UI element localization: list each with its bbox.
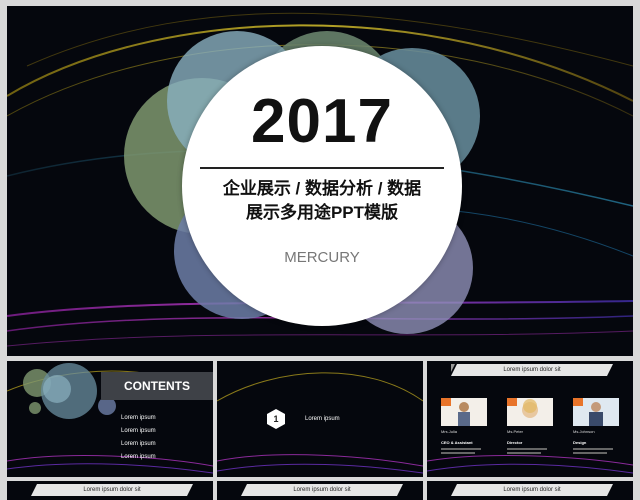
member-description xyxy=(441,448,481,450)
member-role: CEO & Assistant xyxy=(441,440,473,445)
member-name: Ms.Johnson xyxy=(573,429,595,434)
slide-banner-text: Lorem ipsum dolor sit xyxy=(293,487,351,493)
thumbnail-team[interactable]: Lorem ipsum dolor sit Mrs.Julia CEO & As… xyxy=(427,361,633,477)
brand-name: MERCURY xyxy=(284,249,360,266)
team-member-2: Ms.Peter Director xyxy=(507,398,553,454)
main-slide-preview: 2017 企业展示 / 数据分析 / 数据 展示多用途PPT模版 MERCURY xyxy=(7,6,633,356)
contents-list: Lorem ipsum Lorem ipsum Lorem ipsum Lore… xyxy=(121,415,156,467)
member-role: Director xyxy=(507,440,523,445)
member-description xyxy=(507,452,541,454)
team-banner-text: Lorem ipsum dolor sit xyxy=(503,367,561,373)
subtitle: 企业展示 / 数据分析 / 数据 展示多用途PPT模版 xyxy=(192,177,452,225)
person-icon xyxy=(507,398,553,426)
team-member-1: Mrs.Julia CEO & Assistant xyxy=(441,398,487,454)
contents-title: CONTENTS xyxy=(101,372,213,400)
thumbnail-contents[interactable]: CONTENTS Lorem ipsum Lorem ipsum Lorem i… xyxy=(7,361,213,477)
member-role: Design xyxy=(573,440,587,445)
member-description xyxy=(507,448,547,450)
member-name: Ms.Peter xyxy=(507,429,524,434)
subtitle-line-1: 企业展示 / 数据分析 / 数据 xyxy=(222,179,422,198)
subtitle-line-2: 展示多用途PPT模版 xyxy=(245,203,399,222)
contents-item: Lorem ipsum xyxy=(121,441,156,447)
member-photo xyxy=(441,398,487,426)
member-name: Mrs.Julia xyxy=(441,429,458,434)
member-description xyxy=(441,452,475,454)
contents-item: Lorem ipsum xyxy=(121,415,156,421)
thumbnail-next-3[interactable]: Lorem ipsum dolor sit xyxy=(427,481,633,500)
slide-banner: Lorem ipsum dolor sit xyxy=(451,484,613,496)
thumbnail-chapter[interactable]: 1 Lorem ipsum xyxy=(217,361,423,477)
year-title: 2017 xyxy=(251,87,393,156)
contents-item: Lorem ipsum xyxy=(121,428,156,434)
slide-banner-text: Lorem ipsum dolor sit xyxy=(83,487,141,493)
chapter-label: Lorem ipsum xyxy=(305,416,340,422)
person-icon xyxy=(573,398,619,426)
chapter-number-badge: 1 xyxy=(265,408,287,430)
title-circle: 2017 企业展示 / 数据分析 / 数据 展示多用途PPT模版 MERCURY xyxy=(182,46,462,326)
thumbnail-next-2[interactable]: Lorem ipsum dolor sit xyxy=(217,481,423,500)
team-banner: Lorem ipsum dolor sit xyxy=(451,364,613,376)
chapter-number: 1 xyxy=(273,414,279,424)
team-member-3: Ms.Johnson Design xyxy=(573,398,619,454)
slide-banner: Lorem ipsum dolor sit xyxy=(31,484,193,496)
person-icon xyxy=(441,398,487,426)
thumbnail-next-1[interactable]: Lorem ipsum dolor sit xyxy=(7,481,213,500)
contents-item: Lorem ipsum xyxy=(121,454,156,460)
member-description xyxy=(573,448,613,450)
member-description xyxy=(573,452,607,454)
member-photo xyxy=(507,398,553,426)
title-divider xyxy=(200,167,444,169)
slide-banner-text: Lorem ipsum dolor sit xyxy=(503,487,561,493)
member-photo xyxy=(573,398,619,426)
slide-banner: Lorem ipsum dolor sit xyxy=(241,484,403,496)
